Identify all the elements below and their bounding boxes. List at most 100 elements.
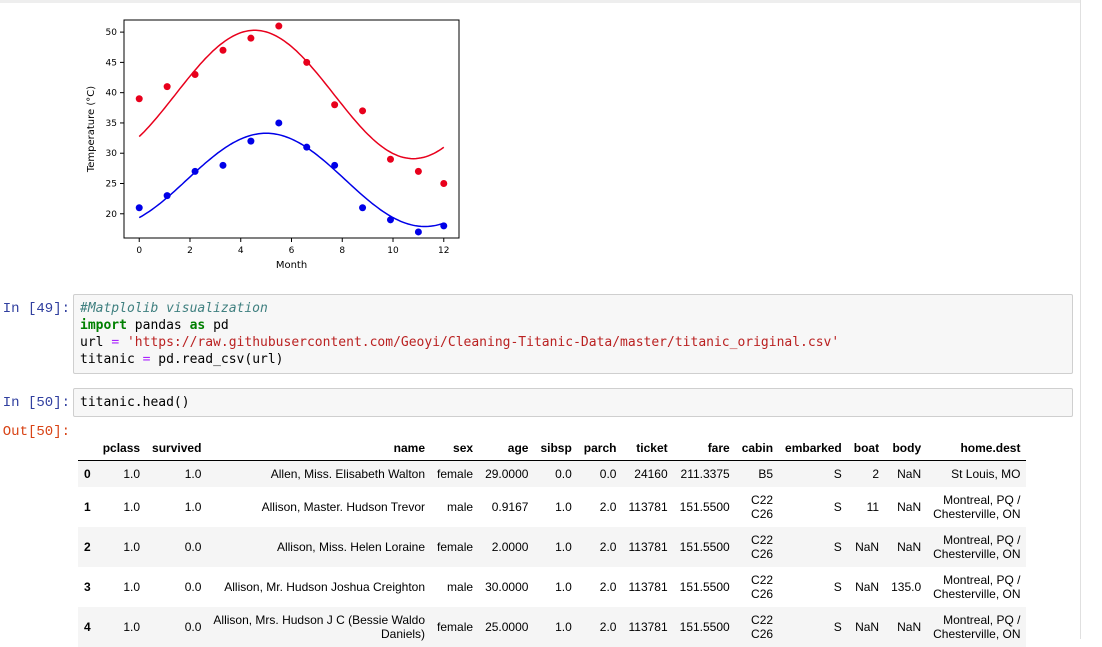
data-point-series-0 — [219, 46, 227, 54]
cell-text: C26 — [751, 507, 774, 521]
table-cell: 0.0 — [578, 461, 623, 488]
cell-text: 2 — [872, 467, 880, 481]
row-index: 2 — [78, 527, 97, 567]
code-line: titanic = pd.read_csv(url) — [80, 351, 1066, 368]
data-point-series-1 — [219, 161, 227, 169]
cell-49-code-editor[interactable]: #Matplolib visualization import pandas as… — [73, 294, 1073, 374]
cell-text: 2.0 — [599, 500, 617, 514]
table-header-row: pclass survived name sex age sibsp parch ticket… — [78, 436, 1027, 461]
cell-text: 2.0000 — [491, 540, 529, 554]
table-cell: male — [431, 487, 479, 527]
cell-text: NaN — [897, 540, 922, 554]
cell-text: 2.0 — [599, 540, 617, 554]
cell-text: 3 — [84, 580, 91, 594]
x-tick-label: 4 — [238, 246, 244, 256]
cell-text: 25.0000 — [485, 620, 529, 634]
table-cell: female — [431, 607, 479, 647]
x-axis-label: Month — [276, 260, 307, 271]
table-cell: 113781 — [622, 567, 673, 607]
data-point-series-0 — [247, 34, 255, 42]
table-cell: female — [431, 461, 479, 488]
row-index: 4 — [78, 607, 97, 647]
cell-text: Allison, Mr. Hudson Joshua Creighton — [224, 580, 426, 594]
cell-text: Montreal, PQ / — [943, 573, 1021, 587]
cell-text: Chesterville, ON — [933, 547, 1021, 561]
cell-text: Allison, Mrs. Hudson J C (Bessie Waldo — [213, 613, 426, 627]
table-cell: Allison, Master. Hudson Trevor — [207, 487, 431, 527]
table-cell: 211.3375 — [674, 461, 736, 488]
column-header: pclass — [102, 441, 141, 455]
data-point-series-1 — [163, 192, 171, 200]
code-token: = — [111, 335, 120, 350]
cell-text: 0.0 — [184, 580, 202, 594]
table-cell: S — [779, 487, 848, 527]
table-cell: C22 C26 — [736, 527, 779, 567]
data-point-series-0 — [414, 167, 422, 175]
temperature-chart: 0 2 4 6 8 10 12 20 25 30 35 40 45 50 Month Temperature … — [86, 19, 460, 271]
cell-text: Chesterville, ON — [933, 507, 1021, 521]
index-header — [78, 436, 97, 461]
column-header: embarked — [785, 441, 842, 455]
data-point-series-0 — [191, 71, 199, 78]
cell-text: C22 — [751, 613, 774, 627]
table-cell: 2 — [848, 461, 885, 488]
cell-text: 1.0 — [555, 540, 572, 554]
code-token: pd — [205, 318, 229, 333]
notebook-right-border — [1080, 0, 1081, 639]
table-cell: 2.0000 — [479, 527, 534, 567]
y-axis-label: Temperature (°C) — [86, 86, 97, 173]
x-tick-label: 8 — [339, 246, 345, 256]
table-cell: NaN — [848, 527, 885, 567]
table-cell: 1.0 — [534, 527, 577, 567]
cell-text: 11 — [866, 500, 880, 514]
code-token: 'https://raw.githubusercontent.com/Geoyi… — [126, 335, 840, 350]
cell-text: NaN — [897, 467, 922, 481]
cell-text: 0.0 — [184, 620, 202, 634]
table-cell: 0.0 — [534, 461, 577, 488]
table-cell: 2.0 — [578, 607, 623, 647]
cell-text: C22 — [751, 533, 774, 547]
table-cell: NaN — [848, 567, 885, 607]
cell-text: 151.5500 — [679, 620, 730, 634]
table-cell: St Louis, MO — [927, 461, 1026, 488]
y-tick-label: 35 — [106, 119, 117, 129]
column-header: age — [507, 441, 529, 455]
row-index: 1 — [78, 487, 97, 527]
table-cell: 1.0 — [146, 461, 207, 488]
cell-50-code-editor[interactable]: titanic.head() — [73, 388, 1073, 417]
table-cell: S — [779, 567, 848, 607]
column-header: body — [892, 441, 922, 455]
table-cell: Montreal, PQ / Chesterville, ON — [927, 607, 1026, 647]
table-cell: 29.0000 — [479, 461, 534, 488]
y-tick-label: 20 — [106, 210, 118, 220]
table-cell: 25.0000 — [479, 607, 534, 647]
table-cell: 1.0 — [534, 487, 577, 527]
table-row: 1 1.0 1.0 Allison, Master. Hudson Trevor mal… — [78, 487, 1026, 527]
table-cell: 1.0 — [97, 527, 146, 567]
column-header: ticket — [636, 441, 668, 455]
cell-text: NaN — [855, 620, 880, 634]
cell-text: 24160 — [634, 467, 668, 481]
data-point-series-0 — [331, 101, 339, 109]
table-cell: 1.0 — [97, 487, 146, 527]
data-point-series-1 — [247, 137, 255, 145]
y-tick-label: 25 — [106, 180, 117, 190]
data-point-series-0 — [386, 155, 394, 163]
y-tick-label: 45 — [106, 58, 117, 68]
data-point-series-1 — [303, 143, 311, 151]
cell-49-input-prompt: In [49]: — [2, 301, 70, 317]
code-token: url — [80, 335, 112, 350]
column-header: name — [393, 441, 426, 455]
cell-text: 1 — [84, 500, 91, 514]
table-cell: male — [431, 567, 479, 607]
code-token: pandas — [126, 318, 190, 333]
cell-text: NaN — [855, 540, 880, 554]
cell-text: 1.0 — [184, 467, 202, 481]
cell-text: 29.0000 — [485, 467, 529, 481]
cell-text: NaN — [897, 500, 922, 514]
table-cell: Montreal, PQ / Chesterville, ON — [927, 527, 1026, 567]
column-header: survived — [152, 441, 202, 455]
data-point-series-0 — [440, 180, 448, 187]
code-token: #Matplolib visualization — [80, 301, 268, 316]
